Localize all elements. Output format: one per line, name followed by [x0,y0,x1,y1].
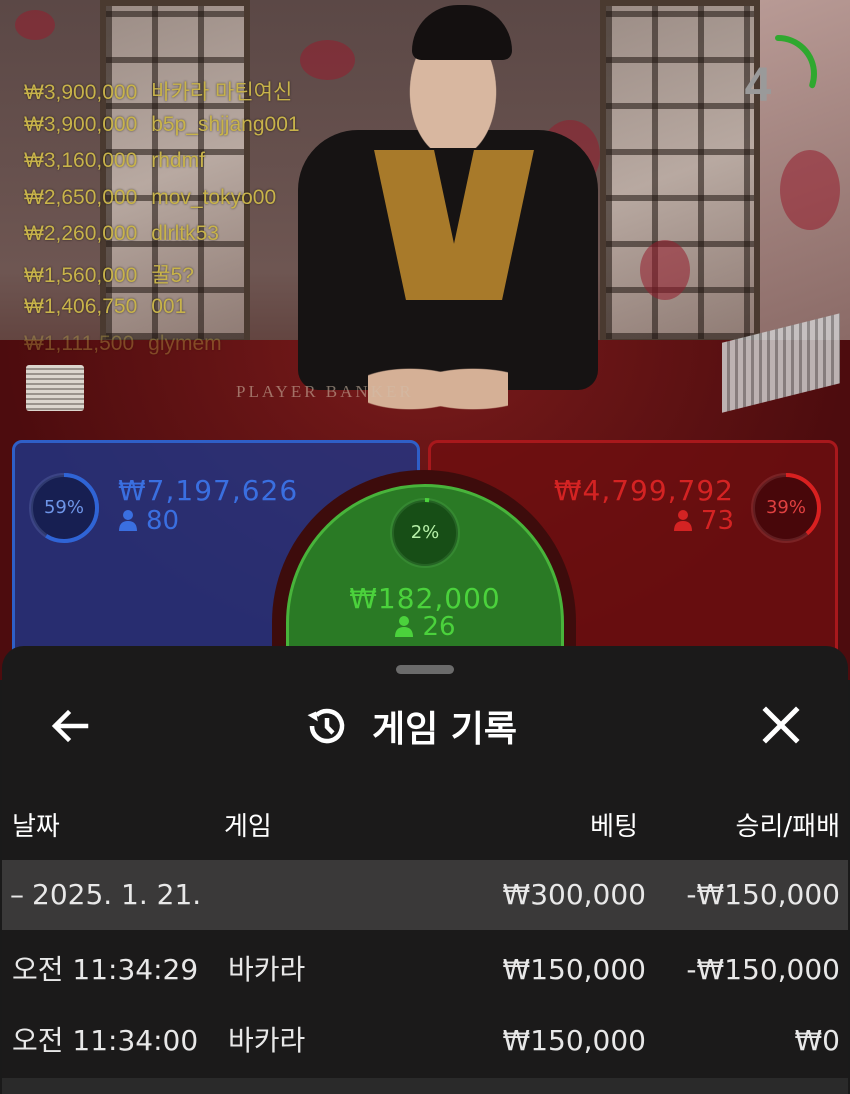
column-header-bet: 베팅 [590,812,638,842]
player-bettor-count: 80 [146,506,180,536]
sheet-header: 게임 기록 [302,698,517,754]
leaderboard-player-name: rhdmf [151,149,205,172]
banker-total-bet: ₩4,799,792 [553,474,734,507]
history-row-game: 바카라 [228,953,306,986]
person-icon [395,616,414,637]
collapse-toggle-icon[interactable]: – [10,860,24,930]
arrow-left-icon [51,709,89,743]
leaderboard-amount: ₩3,900,000 [24,112,138,136]
history-row-bet: ₩150,000 [502,1024,646,1057]
blossom [15,10,55,40]
history-icon [307,708,345,744]
history-row-time: 오전 11:34:00 [12,1024,199,1057]
leaderboard-row: ₩3,900,000 b5p_shjjang001 [24,113,300,150]
sheet-drag-handle[interactable] [396,665,454,674]
tie-total-bet: ₩182,000 [349,582,501,615]
leaderboard-row: ₩3,160,000 rhdmf [24,149,300,186]
leaderboard-amount: ₩2,650,000 [24,185,138,209]
column-header-date: 날짜 [12,812,60,842]
player-percent: 59% [43,497,84,518]
banker-percent: 39% [765,497,806,518]
history-row-result: -₩150,000 [686,953,840,986]
banker-bettors: 73 [560,506,734,536]
banker-bettor-count: 73 [700,506,734,536]
history-row-time: 오전 11:34:29 [12,953,199,986]
table-layout-text: PLAYER BANKER [236,382,414,401]
leaderboard-player-name: dlrltk53 [151,222,219,245]
column-header-game: 게임 [224,812,272,842]
leaderboard-amount: ₩3,900,000 [24,81,138,104]
blossom [300,40,355,80]
player-bettors: 80 [118,506,179,536]
close-icon [762,706,800,744]
date-group-row[interactable]: – 2025. 1. 21. ₩300,000 -₩150,000 [2,860,848,930]
leaderboard-amount: ₩3,160,000 [24,149,138,172]
leaderboard-amount: ₩1,406,750 [24,295,138,318]
round-timer-value: 4 [744,59,772,112]
leaderboard-player-name: mov_tokyo00 [151,185,277,209]
leaderboard-row: ₩1,560,000 꿀5? [24,259,300,296]
winners-leaderboard: ₩3,900,000 바카라 마틴여신 ₩3,900,000 b5p_shjjang0… [24,76,300,368]
person-icon [673,510,692,531]
discard-tray [26,365,84,411]
date-group-date: 2025. 1. 21. [32,878,202,911]
leaderboard-amount: ₩1,111,500 [24,331,135,355]
date-group-result-total: -₩150,000 [686,878,840,911]
date-group-bet-total: ₩300,000 [502,878,646,911]
list-bottom-edge [2,1078,848,1094]
blossom [640,240,690,300]
column-header-result: 승리/패배 [735,812,840,842]
leaderboard-row: ₩1,111,500 glymem [24,332,300,369]
leaderboard-player-name: 바카라 마틴여신 [151,81,293,104]
close-button[interactable] [756,700,806,750]
leaderboard-row: ₩2,650,000 mov_tokyo00 [24,186,300,223]
leaderboard-row: ₩3,900,000 바카라 마틴여신 [24,76,300,113]
leaderboard-amount: ₩2,260,000 [24,222,138,245]
history-row[interactable]: 오전 11:34:00 바카라 ₩150,000 ₩0 [2,1006,848,1076]
leaderboard-player-name: glymem [148,331,222,355]
history-row-game: 바카라 [228,1024,306,1057]
tie-bettors: 26 [286,612,564,642]
leaderboard-player-name: 꿀5? [151,263,194,287]
game-history-sheet: 게임 기록 날짜 게임 베팅 승리/패배 – 2025. 1. 21. ₩300… [2,646,848,1094]
blossom [780,150,840,230]
history-row-result: ₩0 [794,1024,841,1057]
history-row[interactable]: 오전 11:34:29 바카라 ₩150,000 -₩150,000 [2,935,848,1005]
back-button[interactable] [46,702,94,750]
sheet-title: 게임 기록 [372,709,518,750]
leaderboard-row: ₩1,406,750 001 [24,295,300,332]
history-row-bet: ₩150,000 [502,953,646,986]
tie-bettor-count: 26 [422,612,456,642]
tie-percent: 2% [410,522,440,543]
player-total-bet: ₩7,197,626 [118,474,299,507]
leaderboard-player-name: 001 [151,295,187,318]
leaderboard-player-name: b5p_shjjang001 [151,112,300,136]
leaderboard-row: ₩2,260,000 dlrltk53 [24,222,300,259]
leaderboard-amount: ₩1,560,000 [24,263,138,287]
person-icon [119,510,137,531]
